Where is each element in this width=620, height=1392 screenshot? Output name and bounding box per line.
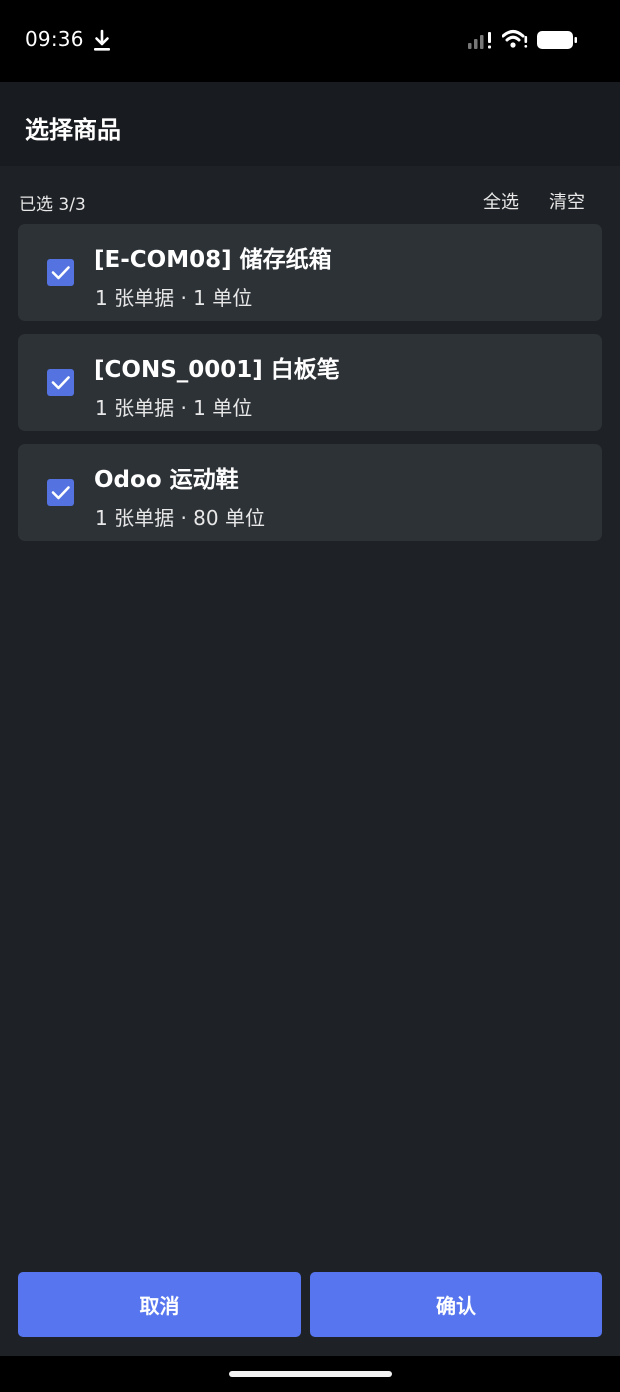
selected-count: 已选 3/3 bbox=[19, 195, 86, 215]
product-name: [CONS_0001] 白板笔 bbox=[94, 357, 340, 383]
signal-icon bbox=[468, 32, 491, 49]
wifi-icon bbox=[502, 30, 528, 48]
product-item[interactable]: [E-COM08] 储存纸箱 1 张单据 · 1 单位 bbox=[18, 224, 602, 321]
download-icon bbox=[94, 29, 110, 51]
clear-button[interactable]: 清空 bbox=[549, 188, 585, 214]
product-meta: 1 张单据 · 1 单位 bbox=[95, 396, 253, 420]
app-header: 选择商品 bbox=[0, 82, 620, 166]
product-checkbox[interactable] bbox=[47, 259, 74, 286]
checkmark-icon bbox=[51, 376, 70, 390]
battery-icon bbox=[537, 31, 577, 49]
page-title: 选择商品 bbox=[25, 116, 121, 144]
product-checkbox[interactable] bbox=[47, 479, 74, 506]
status-bar: 09:36 bbox=[0, 0, 620, 82]
content-area: 已选 3/3 全选 清空 [E-COM08] 储存纸箱 1 张单据 · 1 单位… bbox=[0, 166, 620, 1356]
product-name: [E-COM08] 储存纸箱 bbox=[94, 247, 332, 273]
footer-buttons: 取消 确认 bbox=[0, 1272, 620, 1338]
product-meta: 1 张单据 · 80 单位 bbox=[95, 506, 265, 530]
status-time: 09:36 bbox=[25, 27, 84, 51]
selection-bar: 已选 3/3 全选 清空 bbox=[0, 166, 620, 224]
product-item[interactable]: Odoo 运动鞋 1 张单据 · 80 单位 bbox=[18, 444, 602, 541]
cancel-button[interactable]: 取消 bbox=[18, 1272, 301, 1337]
checkmark-icon bbox=[51, 266, 70, 280]
system-nav-bar bbox=[0, 1356, 620, 1392]
product-item[interactable]: [CONS_0001] 白板笔 1 张单据 · 1 单位 bbox=[18, 334, 602, 431]
home-indicator[interactable] bbox=[229, 1371, 392, 1377]
product-name: Odoo 运动鞋 bbox=[94, 467, 239, 493]
product-list: [E-COM08] 储存纸箱 1 张单据 · 1 单位 [CONS_0001] … bbox=[18, 224, 602, 554]
checkmark-icon bbox=[51, 486, 70, 500]
product-meta: 1 张单据 · 1 单位 bbox=[95, 286, 253, 310]
confirm-button[interactable]: 确认 bbox=[310, 1272, 602, 1337]
product-checkbox[interactable] bbox=[47, 369, 74, 396]
select-all-button[interactable]: 全选 bbox=[483, 188, 519, 214]
